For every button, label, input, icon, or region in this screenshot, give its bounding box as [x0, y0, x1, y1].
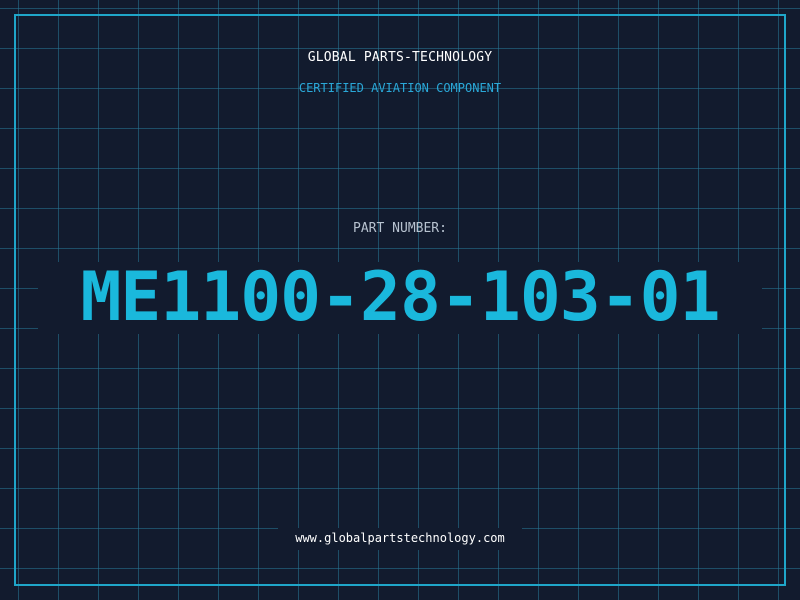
part-number-value: ME1100-28-103-01	[80, 258, 720, 337]
brand-title: GLOBAL PARTS-TECHNOLOGY	[307, 50, 493, 65]
part-number-label: PART NUMBER:	[353, 221, 447, 236]
certification-subtitle: CERTIFIED AVIATION COMPONENT	[298, 81, 502, 95]
website-url: www.globalpartstechnology.com	[295, 531, 505, 545]
